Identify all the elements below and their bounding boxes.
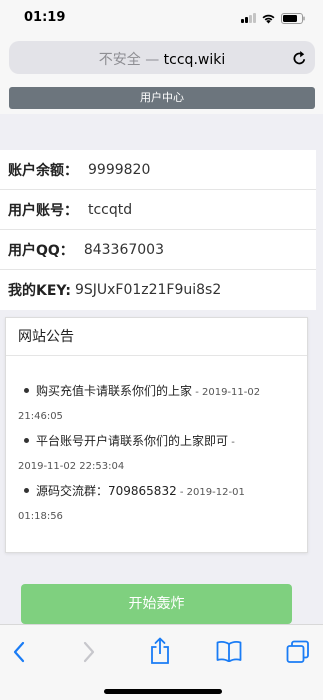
status-bar: 01:19 xyxy=(0,0,323,38)
qq-label: 用户QQ： xyxy=(8,242,74,259)
insecure-label: 不安全 xyxy=(98,52,141,68)
announcement-item: 购买充值卡请联系你们的上家 - 2019-11-02 21:46:05 xyxy=(18,380,291,428)
key-row: 我的KEY: 9SJUxF01z21F9ui8s2 xyxy=(0,270,316,310)
page-nav-strip: 用户中心 xyxy=(0,80,323,114)
announcement-time: 01:18:56 xyxy=(18,511,63,522)
balance-value: 9999820 xyxy=(88,161,151,178)
balance-label: 账户余额： xyxy=(8,162,78,179)
announcement-date: - 2019-11-02 xyxy=(192,387,261,398)
url-text: 不安全 — tccq.wiki xyxy=(9,49,315,69)
wifi-icon xyxy=(261,13,276,24)
start-button[interactable]: 开始轰炸 xyxy=(21,584,292,624)
announcement-card: 网站公告 购买充值卡请联系你们的上家 - 2019-11-02 21:46:05… xyxy=(5,317,308,553)
tabs-icon[interactable] xyxy=(286,640,310,668)
home-indicator xyxy=(104,689,222,694)
key-label: 我的KEY: xyxy=(8,283,71,299)
bookmarks-icon[interactable] xyxy=(216,640,242,666)
status-icons xyxy=(241,12,305,24)
address-bar[interactable]: 不安全 — tccq.wiki xyxy=(9,41,315,74)
balance-row: 账户余额： 9999820 xyxy=(0,150,316,190)
back-icon[interactable] xyxy=(12,641,26,667)
announcement-list: 购买充值卡请联系你们的上家 - 2019-11-02 21:46:05 平台账号… xyxy=(6,356,307,528)
forward-icon[interactable] xyxy=(82,641,96,667)
announcement-date: - 2019-12-01 xyxy=(176,487,245,498)
announcement-time: 21:46:05 xyxy=(18,411,63,422)
action-area: 开始轰炸 xyxy=(0,562,323,624)
announcement-text: 源码交流群：709865832 xyxy=(36,484,177,498)
share-icon[interactable] xyxy=(150,637,170,669)
reload-icon[interactable] xyxy=(292,50,307,70)
account-info-list: 账户余额： 9999820 用户账号： tccqtd 用户QQ： 8433670… xyxy=(0,150,316,310)
announcement-text: 平台账号开户请联系你们的上家即可 xyxy=(36,434,229,448)
announcement-date: - xyxy=(228,437,235,448)
announcement-text: 购买充值卡请联系你们的上家 xyxy=(36,384,193,398)
announcement-title: 网站公告 xyxy=(6,318,307,356)
cellular-signal-icon xyxy=(241,13,256,23)
user-center-button[interactable]: 用户中心 xyxy=(9,87,315,109)
key-value: 9SJUxF01z21F9ui8s2 xyxy=(74,282,222,298)
announcement-item: 源码交流群：709865832 - 2019-12-01 01:18:56 xyxy=(18,480,291,528)
username-row: 用户账号： tccqtd xyxy=(0,190,316,230)
qq-row: 用户QQ： 843367003 xyxy=(0,230,316,270)
announcement-time: 2019-11-02 22:53:04 xyxy=(18,461,125,472)
url-separator: — xyxy=(145,52,160,68)
status-time: 01:19 xyxy=(24,10,66,25)
url-domain: tccq.wiki xyxy=(163,52,226,68)
battery-icon xyxy=(281,12,305,24)
username-value: tccqtd xyxy=(88,201,133,218)
qq-value: 843367003 xyxy=(83,241,164,258)
browser-address-area: 不安全 — tccq.wiki xyxy=(0,38,323,80)
announcement-item: 平台账号开户请联系你们的上家即可 - 2019-11-02 22:53:04 xyxy=(18,430,291,478)
username-label: 用户账号： xyxy=(8,202,78,219)
